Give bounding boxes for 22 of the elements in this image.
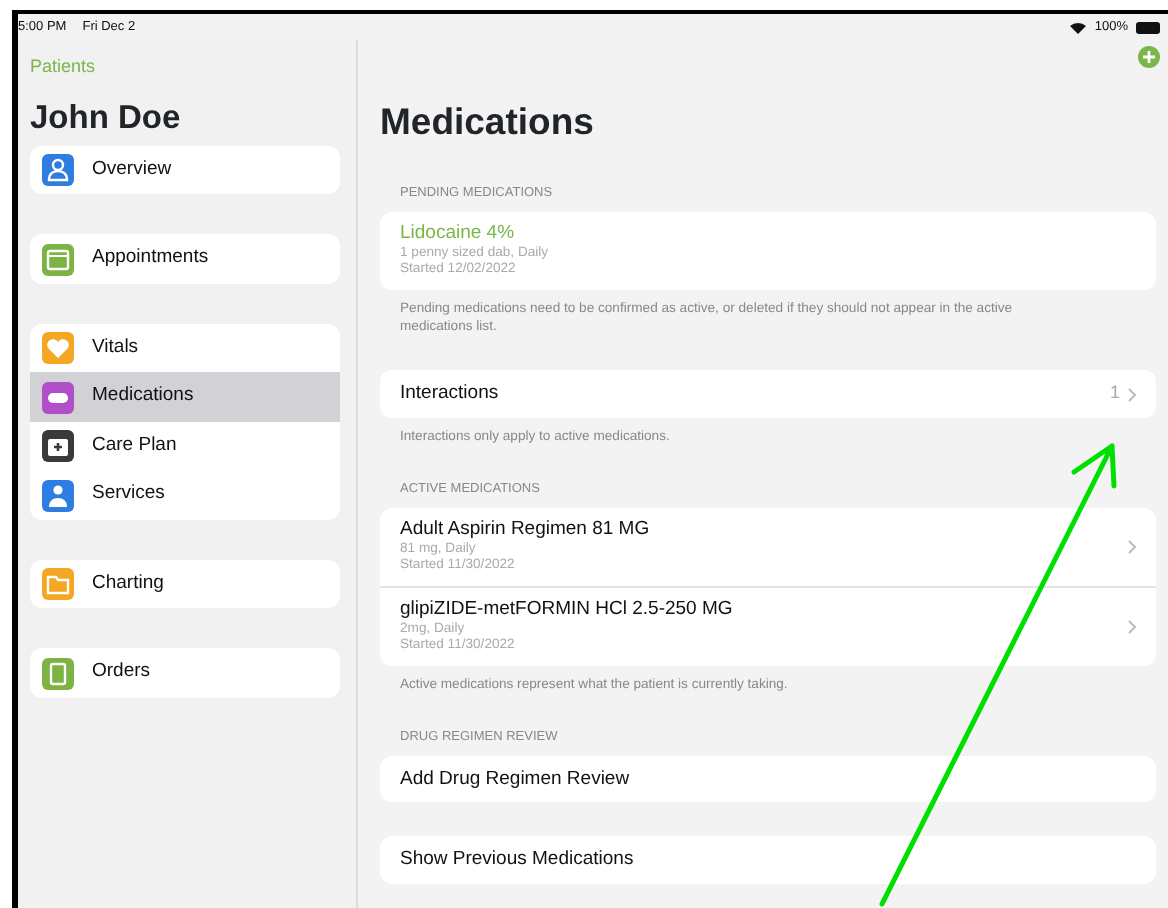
page-title: Medications [380, 100, 596, 145]
sidebar-item[interactable]: Medications [30, 372, 340, 422]
sidebar-item[interactable]: Overview [30, 145, 340, 195]
sidebar-item[interactable]: Appointments [30, 234, 340, 284]
sidebar-item[interactable]: Care Plan [30, 421, 340, 471]
battery-icon [1136, 21, 1160, 33]
patient-name: John Doe [30, 100, 183, 140]
sidebar-item[interactable]: Services [30, 470, 340, 520]
interactions-row[interactable]: Interactions 1 [380, 370, 1156, 418]
interaction-count: 1 [1109, 382, 1120, 406]
sidebar-item[interactable]: Vitals [30, 323, 340, 373]
chevron-icon [1128, 387, 1136, 402]
action-link[interactable]: Show Previous Medications [400, 848, 634, 873]
row-label: Interactions [400, 382, 501, 406]
wifi-icon [1070, 21, 1087, 33]
medication-name: Adult Aspirin Regimen 81 MG [400, 517, 652, 542]
action-link[interactable]: Add Drug Regimen Review [400, 767, 630, 791]
sidebar-item[interactable]: Charting [30, 559, 340, 609]
medication-name: glipiZIDE-metFORMIN HCl 2.5-250 MG [400, 597, 735, 622]
medication-name: Lidocaine 4% [400, 221, 517, 246]
add-icon[interactable] [1138, 46, 1160, 68]
sidebar-item[interactable]: Orders [30, 648, 340, 698]
